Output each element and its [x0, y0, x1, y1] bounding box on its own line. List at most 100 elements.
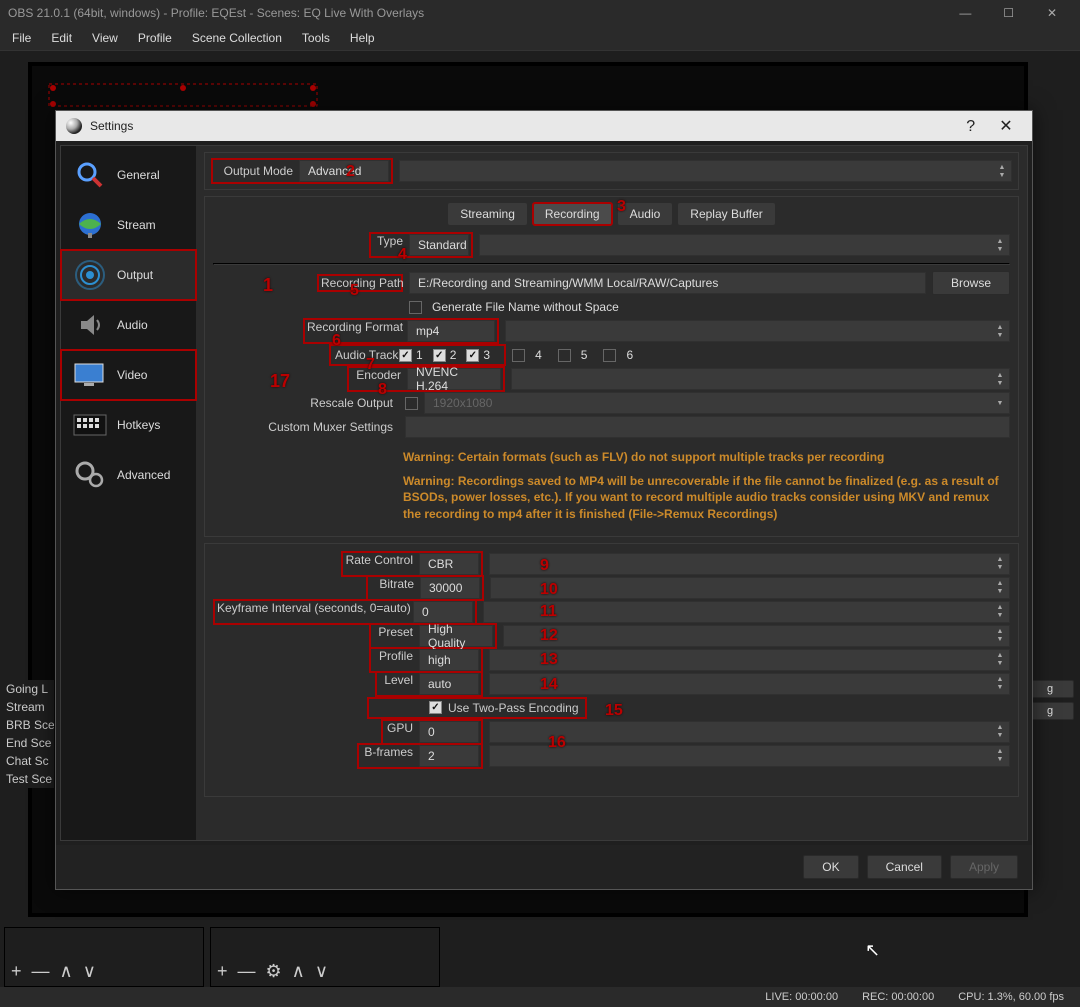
magnifier-icon [73, 158, 107, 192]
rescale-checkbox[interactable] [405, 397, 418, 410]
bframes-spin[interactable]: ▲▼ [489, 745, 1010, 767]
sidebar-item-label: Output [117, 268, 153, 282]
up-icon[interactable]: ∧ [292, 961, 305, 982]
gear-icon[interactable]: ⚙ [266, 961, 282, 982]
tab-audio[interactable]: Audio [618, 203, 673, 225]
sidebar-item-hotkeys[interactable]: Hotkeys [61, 400, 196, 450]
up-icon[interactable]: ∧ [60, 961, 73, 982]
menu-tools[interactable]: Tools [294, 27, 338, 49]
track-2-checkbox[interactable] [433, 349, 446, 362]
menu-profile[interactable]: Profile [130, 27, 180, 49]
keyframe-spin[interactable]: ▲▼ [483, 601, 1010, 623]
scene-item[interactable]: BRB Sce [0, 716, 54, 734]
scene-item[interactable]: Test Sce [0, 770, 54, 788]
dialog-titlebar: Settings ? ✕ [56, 111, 1032, 141]
down-icon[interactable]: ∨ [83, 961, 96, 982]
scene-item[interactable]: Chat Sc [0, 752, 54, 770]
type-dropdown[interactable]: ▲▼ [479, 234, 1010, 256]
close-button[interactable]: ✕ [1032, 6, 1072, 20]
browse-button[interactable]: Browse [932, 271, 1010, 295]
level-select[interactable]: auto [419, 673, 479, 695]
sidebar-item-output[interactable]: Output [61, 250, 196, 300]
scenes-list[interactable]: Going L Stream BRB Sce End Sce Chat Sc T… [0, 680, 54, 788]
track-4-checkbox[interactable] [512, 349, 525, 362]
down-icon[interactable]: ∨ [315, 961, 328, 982]
rate-control-label: Rate Control [345, 553, 419, 575]
window-title: OBS 21.0.1 (64bit, windows) - Profile: E… [8, 6, 424, 20]
encoder-label: Encoder [351, 368, 407, 390]
encoder-dropdown[interactable]: ▲▼ [511, 368, 1010, 390]
profile-select[interactable]: high [419, 649, 479, 671]
side-btn[interactable]: g [1026, 680, 1074, 698]
recording-path-input[interactable]: E:/Recording and Streaming/WMM Local/RAW… [409, 272, 926, 294]
side-btn[interactable]: g [1026, 702, 1074, 720]
tab-replay-buffer[interactable]: Replay Buffer [678, 203, 775, 225]
output-mode-select[interactable]: Advanced [299, 160, 389, 182]
menu-file[interactable]: File [4, 27, 39, 49]
type-label: Type [373, 234, 409, 256]
recording-format-select[interactable]: mp4 [407, 320, 495, 342]
bframes-label: B-frames [361, 745, 419, 767]
bframes-input[interactable]: 2 [419, 745, 479, 767]
obs-icon [66, 118, 82, 134]
sidebar-item-stream[interactable]: Stream [61, 200, 196, 250]
statusbar: LIVE: 00:00:00 REC: 00:00:00 CPU: 1.3%, … [0, 987, 1080, 1007]
scene-item[interactable]: Stream [0, 698, 54, 716]
gpu-input[interactable]: 0 [419, 721, 479, 743]
track-1-checkbox[interactable] [399, 349, 412, 362]
speaker-icon [73, 308, 107, 342]
preset-dropdown[interactable]: ▲▼ [503, 625, 1010, 647]
track-3-checkbox[interactable] [466, 349, 479, 362]
menu-scene-collection[interactable]: Scene Collection [184, 27, 290, 49]
track-5-checkbox[interactable] [558, 349, 571, 362]
scene-item[interactable]: Going L [0, 680, 54, 698]
keyframe-label: Keyframe Interval (seconds, 0=auto) [217, 601, 413, 623]
menu-help[interactable]: Help [342, 27, 383, 49]
dialog-title: Settings [90, 119, 133, 133]
remove-icon[interactable]: — [238, 961, 256, 982]
add-icon[interactable]: + [217, 961, 228, 982]
dialog-close-button[interactable]: ✕ [990, 116, 1022, 136]
recording-format-dropdown[interactable]: ▲▼ [505, 320, 1010, 342]
level-dropdown[interactable]: ▲▼ [489, 673, 1010, 695]
status-rec: REC: 00:00:00 [862, 991, 934, 1003]
encoder-select[interactable]: NVENC H.264 [407, 368, 501, 390]
profile-dropdown[interactable]: ▲▼ [489, 649, 1010, 671]
sidebar-item-video[interactable]: Video [61, 350, 196, 400]
tab-streaming[interactable]: Streaming [448, 203, 527, 225]
add-icon[interactable]: + [11, 961, 22, 982]
preset-select[interactable]: High Quality [419, 625, 493, 647]
sidebar-item-general[interactable]: General [61, 150, 196, 200]
muxer-input[interactable] [405, 416, 1010, 438]
two-pass-checkbox[interactable] [429, 701, 442, 714]
rate-control-select[interactable]: CBR [419, 553, 479, 575]
sidebar-item-label: Audio [117, 318, 148, 332]
output-mode-label: Output Mode [215, 164, 299, 178]
track-6-checkbox[interactable] [603, 349, 616, 362]
settings-sidebar: General Stream Output Audio [61, 146, 196, 840]
dialog-help-button[interactable]: ? [955, 118, 987, 136]
bitrate-input[interactable]: 30000 [420, 577, 480, 599]
bitrate-spin[interactable]: ▲▼ [490, 577, 1010, 599]
type-select[interactable]: Standard [409, 234, 469, 256]
ok-button[interactable]: OK [803, 855, 858, 879]
keyframe-input[interactable]: 0 [413, 601, 473, 623]
maximize-button[interactable]: ☐ [989, 6, 1029, 20]
minimize-button[interactable]: — [945, 6, 985, 20]
sidebar-item-audio[interactable]: Audio [61, 300, 196, 350]
sidebar-item-advanced[interactable]: Advanced [61, 450, 196, 500]
output-mode-dropdown[interactable]: ▲▼ [399, 160, 1012, 182]
cancel-button[interactable]: Cancel [867, 855, 942, 879]
gpu-spin[interactable]: ▲▼ [489, 721, 1010, 743]
side-buttons: g g [1026, 680, 1076, 724]
gpu-label: GPU [385, 721, 419, 743]
scene-item[interactable]: End Sce [0, 734, 54, 752]
gen-filename-checkbox[interactable] [409, 301, 422, 314]
tab-recording[interactable]: Recording [533, 203, 612, 225]
menu-edit[interactable]: Edit [43, 27, 80, 49]
rate-control-dropdown[interactable]: ▲▼ [489, 553, 1010, 575]
scenes-panel-toolbar: + — ∧ ∨ [4, 927, 204, 987]
apply-button[interactable]: Apply [950, 855, 1018, 879]
menu-view[interactable]: View [84, 27, 126, 49]
remove-icon[interactable]: — [32, 961, 50, 982]
